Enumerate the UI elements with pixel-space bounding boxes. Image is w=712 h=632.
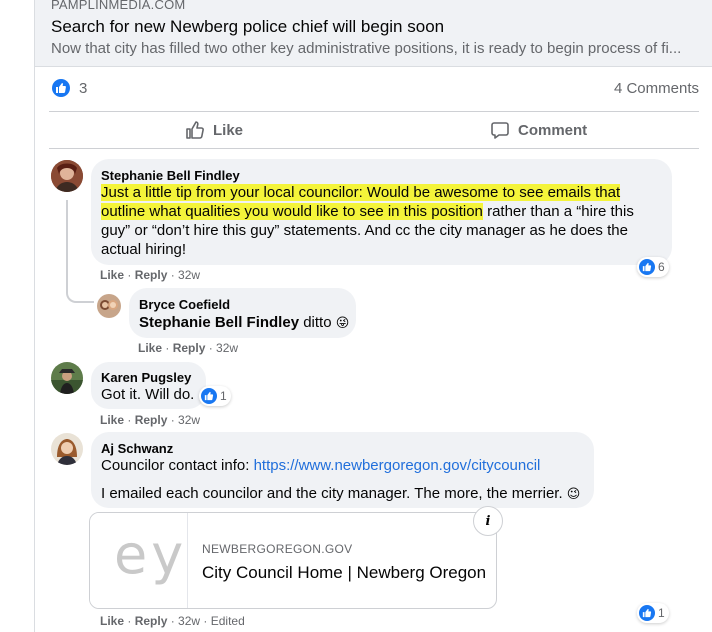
- avatar[interactable]: [51, 433, 83, 465]
- comment-reactions[interactable]: 1: [637, 603, 669, 623]
- comment-reactions[interactable]: 6: [637, 257, 669, 277]
- comment-like-link[interactable]: Like: [100, 614, 124, 628]
- comment-text-segment: ditto: [299, 314, 332, 331]
- comments-count[interactable]: 4 Comments: [614, 80, 699, 97]
- tongue-emoji-icon: 😜: [335, 315, 350, 330]
- comment-meta: Like · Reply · 32w: [100, 268, 201, 282]
- comment-author[interactable]: Stephanie Bell Findley: [101, 168, 240, 183]
- comment-reply-link[interactable]: Reply: [135, 614, 168, 628]
- reaction-count: 1: [658, 606, 665, 620]
- reactions-summary: 3 4 Comments: [35, 67, 712, 111]
- comment-author[interactable]: Karen Pugsley: [101, 370, 191, 385]
- info-icon[interactable]: i: [473, 506, 503, 536]
- comment-icon: [491, 122, 509, 139]
- like-button-label: Like: [213, 121, 244, 139]
- comment-timestamp[interactable]: 32w: [178, 614, 200, 628]
- reply-thread-line: [66, 200, 94, 303]
- comment-bubble: Aj Schwanz Councilor contact info: https…: [91, 432, 594, 508]
- reaction-count[interactable]: 3: [79, 80, 87, 97]
- highlighted-text: outline what qualities you would like to…: [101, 203, 483, 220]
- council-link[interactable]: https://www.newbergoregon.gov/citycounci…: [254, 457, 541, 474]
- edited-label: Edited: [210, 614, 245, 628]
- comment-author[interactable]: Bryce Coefield: [139, 297, 230, 312]
- like-reaction-icon: [639, 259, 655, 275]
- like-reaction-icon: [201, 388, 217, 404]
- comment-timestamp[interactable]: 32w: [178, 413, 200, 427]
- preview-title[interactable]: City Council Home | Newberg Oregon: [202, 563, 486, 583]
- thumbs-up-icon: [186, 121, 204, 139]
- link-title[interactable]: Search for new Newberg police chief will…: [51, 17, 444, 37]
- comment-text: Councilor contact info: https://www.newb…: [101, 456, 540, 475]
- comment-like-link[interactable]: Like: [100, 413, 124, 427]
- preview-domain: NEWBERGOREGON.GOV: [202, 542, 353, 556]
- thumbnail-text: ey: [114, 523, 188, 586]
- link-thumbnail: ey: [90, 513, 188, 608]
- comment-meta: Like · Reply · 32w: [138, 341, 239, 355]
- like-reaction-icon: [639, 605, 655, 621]
- comment-button[interactable]: Comment: [490, 112, 587, 148]
- comment-author[interactable]: Aj Schwanz: [101, 441, 173, 456]
- comment-bubble: Karen Pugsley Got it. Will do.: [91, 362, 206, 409]
- comment-text: I emailed each councilor and the city ma…: [101, 484, 580, 503]
- like-button[interactable]: Like: [185, 112, 243, 148]
- comment-text-segment: I emailed each councilor and the city ma…: [101, 485, 563, 502]
- comment-text-segment: rather than a “hire this: [482, 203, 634, 220]
- reaction-count: 6: [658, 260, 665, 274]
- comment-meta: Like · Reply · 32w: [100, 413, 201, 427]
- post-card: PAMPLINMEDIA.COM Search for new Newberg …: [34, 0, 712, 632]
- like-reaction-icon[interactable]: [52, 79, 70, 97]
- comment-reply-link[interactable]: Reply: [135, 413, 168, 427]
- avatar[interactable]: [51, 362, 83, 394]
- comment-reply-link[interactable]: Reply: [173, 341, 206, 355]
- link-attachment-card[interactable]: ey NEWBERGOREGON.GOV City Council Home |…: [89, 512, 497, 609]
- comment-text-segment: actual hiring!: [101, 241, 187, 258]
- shared-link-preview[interactable]: PAMPLINMEDIA.COM Search for new Newberg …: [35, 0, 712, 67]
- comment-button-label: Comment: [518, 121, 588, 139]
- comment-text: Stephanie Bell Findley ditto 😜: [139, 313, 349, 332]
- avatar[interactable]: [97, 294, 121, 318]
- link-domain: PAMPLINMEDIA.COM: [51, 0, 186, 12]
- comment-bubble: Stephanie Bell Findley Just a little tip…: [91, 159, 672, 265]
- comment-text: Just a little tip from your local counci…: [101, 183, 666, 259]
- highlighted-text: Just a little tip from your local counci…: [101, 184, 621, 201]
- comment-text-segment: Councilor contact info:: [101, 457, 254, 474]
- reaction-count: 1: [220, 389, 227, 403]
- wink-emoji-icon: 😉: [566, 486, 581, 501]
- comment-text: Got it. Will do.: [101, 386, 195, 403]
- link-description: Now that city has filled two other key a…: [51, 40, 682, 57]
- post-actions-bar: Like Comment: [49, 111, 699, 149]
- comment-meta: Like · Reply · 32w · Edited: [100, 614, 245, 628]
- comment-reply-link[interactable]: Reply: [135, 268, 168, 282]
- mention-link[interactable]: Stephanie Bell Findley: [139, 314, 299, 331]
- reply-bubble: Bryce Coefield Stephanie Bell Findley di…: [129, 288, 356, 338]
- comment-timestamp[interactable]: 32w: [216, 341, 238, 355]
- comment-reactions[interactable]: 1: [199, 386, 231, 406]
- comment-like-link[interactable]: Like: [138, 341, 162, 355]
- avatar[interactable]: [51, 160, 83, 192]
- comment-timestamp[interactable]: 32w: [178, 268, 200, 282]
- comment-like-link[interactable]: Like: [100, 268, 124, 282]
- comment-text-segment: guy” or “don’t hire this guy” statements…: [101, 222, 628, 239]
